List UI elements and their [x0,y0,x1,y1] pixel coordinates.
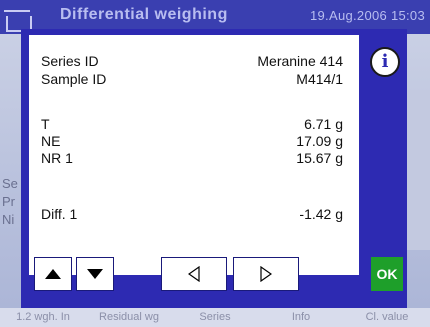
row-ne: NE 17.09 g [41,133,343,151]
triangle-left-icon [188,266,200,282]
row-diff1: Diff. 1 -1.42 g [41,206,343,224]
triangle-down-icon [87,269,103,279]
row-label: NE [41,133,61,149]
row-value: 6.71 g [304,116,343,132]
triangle-up-icon [45,269,61,279]
row-label: Sample ID [41,71,107,87]
row-label: NR 1 [41,150,73,166]
row-label: T [41,116,50,132]
softkey-wgh-in[interactable]: 1.2 wgh. In [0,308,86,327]
row-value: -1.42 g [299,206,343,222]
row-value: 17.09 g [296,133,343,149]
background-panel [406,90,430,250]
background-label-2: Pr [2,194,15,209]
info-dialog: Series ID Meranine 414 Sample ID M414/1 … [21,29,407,308]
info-panel: Series ID Meranine 414 Sample ID M414/1 … [29,35,359,275]
row-value: Meranine 414 [257,53,343,69]
info-icon: i [381,51,389,72]
scroll-up-button[interactable] [34,257,72,291]
row-value: 15.67 g [296,150,343,166]
row-label: Series ID [41,53,99,69]
info-button[interactable]: i [370,47,400,77]
row-sample-id: Sample ID M414/1 [41,71,343,89]
background-label-1: Se [2,176,18,191]
softkey-info[interactable]: Info [258,308,344,327]
scroll-down-button[interactable] [76,257,114,291]
app-title: Differential weighing [60,6,228,23]
softkey-series[interactable]: Series [172,308,258,327]
row-label: Diff. 1 [41,206,78,222]
balance-screen: Differential weighing 19.Aug.2006 15:03 … [0,0,430,327]
softkey-residual-wg[interactable]: Residual wg [86,308,172,327]
ok-button[interactable]: OK [371,257,403,291]
previous-button[interactable] [161,257,227,291]
background-label-3: Ni [2,212,15,227]
triangle-right-icon [260,266,272,282]
row-series-id: Series ID Meranine 414 [41,53,343,71]
row-t: T 6.71 g [41,116,343,134]
softkey-cl-value[interactable]: Cl. value [344,308,430,327]
next-button[interactable] [233,257,299,291]
row-nr1: NR 1 15.67 g [41,150,343,168]
date-time: 19.Aug.2006 15:03 [310,8,425,23]
softkey-bar: 1.2 wgh. In Residual wg Series Info Cl. … [0,308,430,327]
row-value: M414/1 [296,71,343,87]
